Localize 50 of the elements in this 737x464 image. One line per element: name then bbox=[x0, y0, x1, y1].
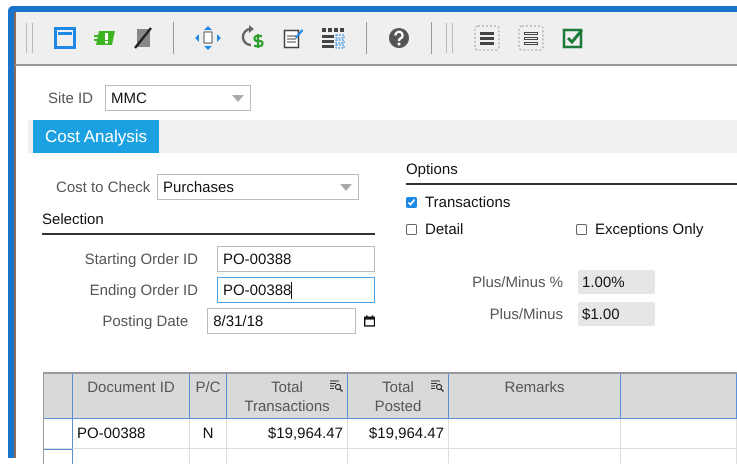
checkbox-label[interactable]: Transactions bbox=[425, 194, 510, 211]
checkbox[interactable] bbox=[406, 224, 417, 235]
list-outline-icon[interactable] bbox=[518, 25, 544, 51]
edit-document-icon[interactable] bbox=[283, 27, 303, 49]
checkbox-label[interactable]: Exceptions Only bbox=[595, 221, 704, 238]
input-field[interactable]: PO-00388 bbox=[217, 246, 375, 272]
input-field[interactable]: PO-00388 bbox=[217, 277, 375, 303]
column-header[interactable]: Remarks bbox=[449, 374, 621, 419]
field-label: Site ID bbox=[48, 90, 94, 106]
field-label: Plus/Minus bbox=[488, 306, 563, 322]
save-icon[interactable] bbox=[54, 27, 76, 49]
readonly-field: 1.00% bbox=[578, 270, 655, 294]
columns-layout-icon[interactable] bbox=[321, 27, 345, 49]
calendar-icon[interactable] bbox=[364, 315, 375, 327]
checkbox[interactable] bbox=[406, 197, 417, 208]
site-dropdown[interactable]: MMC bbox=[105, 85, 252, 111]
column-header[interactable]: P/C bbox=[190, 374, 227, 419]
cost-dropdown[interactable]: Purchases bbox=[157, 174, 359, 200]
move-arrows-icon[interactable] bbox=[195, 26, 221, 50]
help-icon[interactable] bbox=[388, 27, 410, 49]
checkmark-box-icon[interactable] bbox=[562, 27, 584, 49]
checkbox[interactable] bbox=[576, 224, 587, 235]
filter-search-icon[interactable] bbox=[330, 380, 343, 392]
toolbar-grip[interactable] bbox=[446, 23, 453, 53]
field-label: Posting Date bbox=[101, 312, 188, 330]
field-label: Starting Order ID bbox=[84, 250, 198, 268]
field-label: Plus/Minus % bbox=[471, 274, 563, 290]
checkbox-label[interactable]: Detail bbox=[425, 221, 464, 238]
input-field[interactable]: 8/31/18 bbox=[207, 308, 356, 334]
column-header[interactable]: Total Posted bbox=[348, 374, 449, 419]
row-header-cell bbox=[44, 419, 73, 449]
alert-flag-icon[interactable] bbox=[94, 28, 116, 48]
row-header-cell bbox=[44, 449, 73, 464]
field-label: Ending Order ID bbox=[88, 282, 198, 298]
table-cell: N bbox=[190, 419, 227, 449]
list-lines-icon[interactable] bbox=[474, 25, 500, 51]
toolbar-grip[interactable] bbox=[26, 23, 33, 53]
table-cell: PO-00388 bbox=[73, 419, 190, 449]
row-header-cell bbox=[44, 374, 73, 419]
section-heading: Selection bbox=[42, 211, 375, 235]
filter-search-icon[interactable] bbox=[431, 380, 444, 392]
table-cell: $19,964.47 bbox=[348, 419, 449, 449]
readonly-field: $1.00 bbox=[578, 302, 655, 326]
column-header[interactable]: Document ID bbox=[73, 374, 190, 419]
column-header[interactable]: Total Transactions bbox=[227, 374, 348, 419]
section-heading: Options bbox=[406, 161, 737, 185]
table-cell: $19,964.47 bbox=[227, 419, 348, 449]
void-document-icon[interactable] bbox=[134, 27, 152, 49]
refresh-dollar-icon[interactable] bbox=[239, 25, 265, 51]
field-label: Cost to Check bbox=[56, 178, 152, 196]
